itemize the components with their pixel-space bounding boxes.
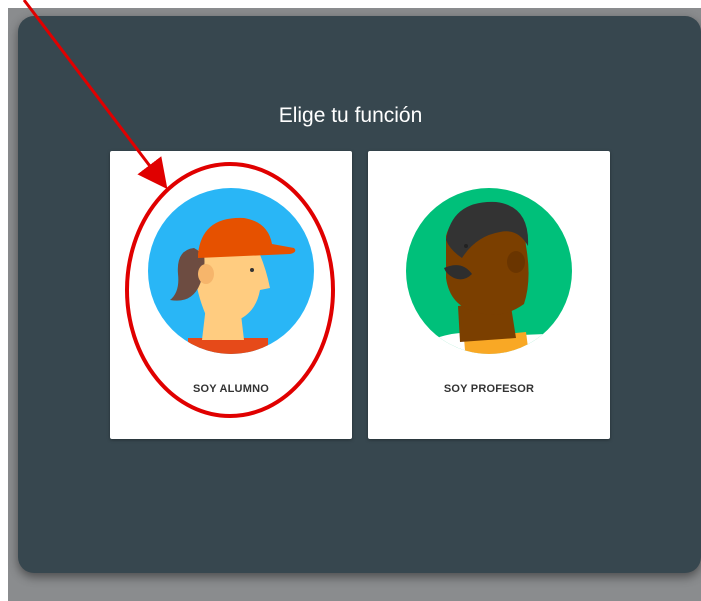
student-role-card[interactable]: SOY ALUMNO [110, 151, 352, 439]
teacher-role-label: SOY PROFESOR [443, 383, 535, 395]
teacher-role-card[interactable]: SOY PROFESOR [368, 151, 610, 439]
dialog-title: Elige tu función [278, 104, 423, 127]
student-role-label: SOY ALUMNO [193, 383, 269, 395]
student-avatar-icon [148, 188, 314, 354]
teacher-avatar-icon [406, 188, 572, 354]
